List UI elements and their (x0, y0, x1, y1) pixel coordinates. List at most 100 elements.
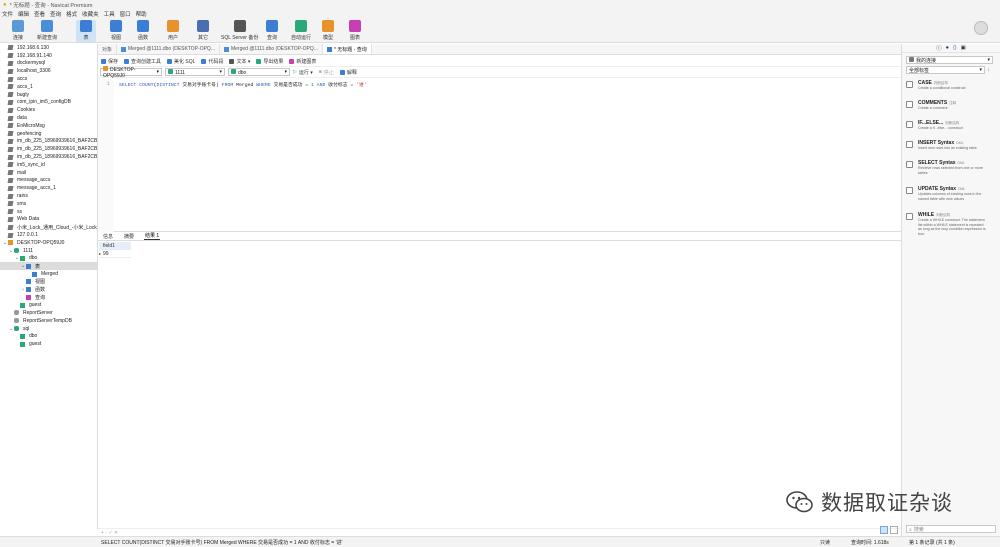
explain-button[interactable]: 解释 (339, 69, 357, 76)
snippet-item[interactable]: COMMENTS 注释 Create a comment (906, 100, 996, 116)
nav-item[interactable]: rains (0, 192, 97, 200)
toolbar-chart-button[interactable]: 图表 (345, 20, 365, 42)
result-grid[interactable]: field1 ▸ 99 (99, 242, 131, 258)
query-builder-button[interactable]: 查询创建工具 (124, 58, 161, 65)
nav-item[interactable]: sms (0, 200, 97, 208)
toolbar-new-query-button[interactable]: 新建查询 (34, 20, 60, 42)
nav-item[interactable]: guest (0, 340, 97, 348)
toolbar-connection-button[interactable]: 连接 (8, 20, 28, 42)
info-icon[interactable]: ⓘ (936, 44, 942, 52)
nav-item[interactable]: im_db_225_18969939616_BAF2CB1F- (0, 138, 97, 146)
grid-header-field1[interactable]: field1 (99, 242, 131, 250)
snippet-item[interactable]: WHILE 判断结构 Create a WHILE construct. The s… (906, 212, 996, 242)
text-mode-button[interactable]: 文本 ▾ (229, 58, 250, 65)
tab-3[interactable]: * 无标题 - 查询 (322, 44, 372, 54)
grid-controls[interactable]: + - ✓ ✕ (98, 528, 901, 536)
toolbar-user-button[interactable]: 用户 (163, 20, 183, 42)
result-tab-0[interactable]: 信息 (102, 233, 114, 240)
run-button[interactable]: ▷ 运行 ▾ (293, 69, 313, 76)
tab-0[interactable]: 对象 (98, 44, 118, 54)
snippet-item[interactable]: SELECT Syntax DML Retrieve rows selected f… (906, 160, 996, 182)
grid-cell[interactable]: ▸ 99 (99, 250, 131, 258)
nav-item[interactable]: ss (0, 208, 97, 216)
toolbar-other-button[interactable]: 其它 (193, 20, 213, 42)
nav-item[interactable]: › 函数 (0, 286, 97, 294)
snippet-item[interactable]: INSERT Syntax DML Insert new rows into an … (906, 140, 996, 156)
nav-item[interactable]: localhost_3306 (0, 67, 97, 75)
code-icon[interactable]: {} (953, 45, 957, 51)
nav-item[interactable]: 192.168.6.130 (0, 44, 97, 52)
nav-item[interactable]: Merged (0, 270, 97, 278)
nav-item[interactable]: ⌄ 1111 (0, 247, 97, 255)
nav-item[interactable]: 视图 (0, 278, 97, 286)
menu-item-6[interactable]: 工具 (104, 10, 115, 18)
tab-2[interactable]: Merged @1111.dbo (DESKTOP-OPQ... (220, 44, 323, 54)
snippet-search-input[interactable]: ⌕ 搜索 (906, 525, 996, 533)
database-select[interactable]: 1111 ▾ (165, 68, 225, 76)
nav-item[interactable]: ⌄ DESKTOP-OPQ59J0 (0, 239, 97, 247)
menu-item-5[interactable]: 收藏夹 (82, 10, 99, 18)
sql-text[interactable]: SELECT COUNT(DISTINCT 交易对手账卡号) FROM Merg… (119, 81, 367, 88)
menu-item-8[interactable]: 帮助 (136, 10, 147, 18)
toolbar-query-button[interactable]: 查询 (262, 20, 282, 42)
snippet-filter-select[interactable]: 全部标签 ▾ (906, 66, 985, 74)
form-view-icon[interactable] (890, 526, 898, 534)
nav-item[interactable]: Web Data (0, 216, 97, 224)
nav-item[interactable]: ReportServerTempDB (0, 317, 97, 325)
nav-item[interactable]: 查询 (0, 294, 97, 302)
nav-item[interactable]: mail (0, 169, 97, 177)
nav-item[interactable]: bugly (0, 91, 97, 99)
ddl-icon[interactable]: ● (946, 45, 949, 51)
nav-item[interactable]: geofencing (0, 130, 97, 138)
tab-1[interactable]: Merged @1111.dbo (DESKTOP-OPQ... (117, 44, 220, 54)
toolbar-view-button[interactable]: 视图 (106, 20, 126, 42)
grid-view-icon[interactable] (880, 526, 888, 534)
snippet-scope-select[interactable]: 我的连接 ▾ (906, 56, 993, 64)
toolbar-backup-button[interactable]: SQL Server 备份 (218, 20, 261, 42)
snippet-item[interactable]: CASE 判断结构 Create a conditional construct (906, 80, 996, 96)
server-select[interactable]: DESKTOP-OPQ59J0 ▾ (100, 65, 162, 79)
snippet-item[interactable]: UPDATE Syntax DML Updates columns of exist… (906, 186, 996, 208)
menu-item-3[interactable]: 查询 (50, 10, 61, 18)
toolbar-function-button[interactable]: 函数 (133, 20, 153, 42)
nav-item[interactable]: guest (0, 301, 97, 309)
result-tab-2[interactable]: 结果 1 (144, 232, 161, 240)
nav-item[interactable]: im_db_225_18969939616_BAF2CB1F- (0, 145, 97, 153)
menu-item-1[interactable]: 编辑 (18, 10, 29, 18)
nav-item[interactable]: im_db_225_18969939616_BAF2CB1F- (0, 153, 97, 161)
nav-item[interactable]: ⌄ dbo (0, 255, 97, 263)
nav-item[interactable]: ⌄ 表 (0, 262, 97, 271)
user-avatar[interactable] (974, 21, 988, 35)
nav-item[interactable]: ⌄ sql (0, 325, 97, 333)
nav-item[interactable]: com_ipin_im5_configDB (0, 99, 97, 107)
nav-item[interactable]: 小米_Lock_通用_Cloud_-小米_Lock_通 (0, 223, 97, 231)
nav-item[interactable]: message_accs_1 (0, 184, 97, 192)
nav-item[interactable]: im5_sync_id (0, 161, 97, 169)
new-chart-button[interactable]: 新建图表 (289, 58, 316, 65)
save-button[interactable]: 保存 (101, 58, 118, 65)
snippet-item[interactable]: IF...ELSE... 判断结构 Create a if...else... co… (906, 120, 996, 136)
nav-item[interactable]: dbo (0, 332, 97, 340)
nav-item[interactable]: accs_1 (0, 83, 97, 91)
nav-item[interactable]: message_accs (0, 177, 97, 185)
nav-item[interactable]: Cookies (0, 106, 97, 114)
sort-icon[interactable]: ↓ (987, 67, 990, 73)
nav-item[interactable]: accs (0, 75, 97, 83)
menu-item-0[interactable]: 文件 (2, 10, 13, 18)
menu-item-2[interactable]: 查看 (34, 10, 45, 18)
nav-item[interactable]: EnMicroMsg (0, 122, 97, 130)
result-tab-1[interactable]: 摘要 (123, 233, 135, 240)
toolbar-table-button[interactable]: 表 (76, 20, 96, 42)
sql-editor[interactable]: 1 SELECT COUNT(DISTINCT 交易对手账卡号) FROM Me… (98, 79, 901, 232)
menu-item-7[interactable]: 窗口 (120, 10, 131, 18)
toolbar-model-button[interactable]: 模型 (318, 20, 338, 42)
nav-item[interactable]: ReportServer (0, 309, 97, 317)
nav-item[interactable]: 192.168.91.140 (0, 52, 97, 60)
menu-item-4[interactable]: 格式 (66, 10, 77, 18)
stop-button[interactable]: ■ 停止 (319, 69, 334, 76)
beautify-button[interactable]: 美化 SQL (167, 58, 195, 65)
nav-item[interactable]: data (0, 114, 97, 122)
nav-item[interactable]: dockermysql (0, 60, 97, 68)
nav-item[interactable]: 127.0.0.1 (0, 231, 97, 239)
schema-select[interactable]: dbo ▾ (228, 68, 290, 76)
